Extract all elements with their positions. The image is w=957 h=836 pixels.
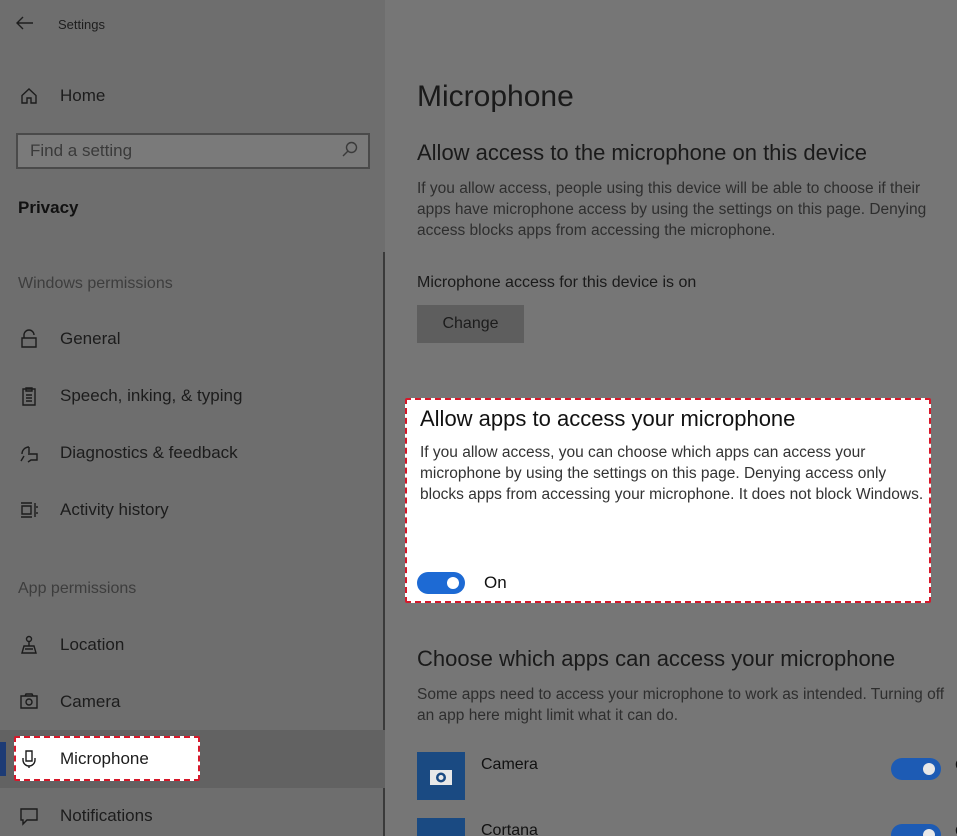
- back-arrow-icon[interactable]: [16, 16, 34, 33]
- allow-apps-toggle-state: On: [484, 573, 507, 592]
- title-bar: Settings: [16, 16, 105, 33]
- sidebar-item-label: General: [60, 329, 121, 348]
- search-icon[interactable]: [342, 141, 358, 162]
- sidebar-item-label: Speech, inking, & typing: [60, 386, 243, 405]
- device-access-description: If you allow access, people using this d…: [417, 180, 927, 239]
- sidebar-item-diagnostics[interactable]: Diagnostics & feedback: [18, 442, 238, 464]
- camera-app-toggle[interactable]: [891, 758, 941, 780]
- allow-apps-toggle[interactable]: [417, 572, 465, 594]
- sidebar-item-label: Diagnostics & feedback: [60, 443, 238, 462]
- lock-icon: [18, 328, 40, 350]
- allow-apps-card: Allow apps to access your microphone If …: [405, 398, 931, 603]
- page-title: Microphone: [417, 80, 574, 113]
- feedback-icon: [18, 442, 40, 464]
- sidebar-item-label: Microphone: [60, 749, 149, 768]
- section-title: Privacy: [18, 198, 79, 217]
- cortana-app-icon: [417, 818, 465, 836]
- sidebar: Settings Home Find a setting Privacy Win…: [0, 0, 385, 836]
- sidebar-item-general[interactable]: General: [18, 328, 120, 350]
- app-name: Camera: [481, 756, 538, 773]
- camera-icon: [18, 691, 40, 713]
- sidebar-item-label: Home: [60, 86, 106, 105]
- change-button[interactable]: Change: [417, 305, 524, 343]
- search-input[interactable]: Find a setting: [16, 133, 370, 169]
- sidebar-item-location[interactable]: Location: [18, 634, 124, 656]
- app-permissions-label: App permissions: [18, 580, 137, 597]
- search-placeholder: Find a setting: [30, 141, 133, 160]
- app-row-cortana: Cortana On: [417, 818, 957, 836]
- clipboard-icon: [18, 385, 40, 407]
- selected-indicator: [0, 742, 6, 776]
- camera-app-icon: [417, 752, 465, 800]
- sidebar-item-label: Camera: [60, 692, 121, 711]
- sidebar-item-label: Notifications: [60, 806, 153, 825]
- sidebar-item-home[interactable]: Home: [18, 85, 105, 107]
- timeline-icon: [18, 499, 40, 521]
- app-row-camera: Camera On: [417, 752, 957, 800]
- sidebar-item-label: Location: [60, 635, 125, 654]
- choose-apps-description: Some apps need to access your microphone…: [417, 686, 945, 724]
- sidebar-item-notifications[interactable]: Notifications: [18, 805, 153, 827]
- toggle-knob: [923, 829, 935, 836]
- app-name: Cortana: [481, 822, 538, 836]
- location-icon: [18, 634, 40, 656]
- home-icon: [18, 85, 40, 107]
- sidebar-item-activity[interactable]: Activity history: [18, 499, 169, 521]
- toggle-knob: [447, 577, 459, 589]
- windows-permissions-label: Windows permissions: [18, 275, 173, 292]
- cortana-app-toggle[interactable]: [891, 824, 941, 836]
- device-access-status: Microphone access for this device is on: [417, 274, 697, 291]
- allow-apps-heading: Allow apps to access your microphone: [420, 406, 796, 431]
- sidebar-item-camera[interactable]: Camera: [18, 691, 120, 713]
- microphone-icon: [18, 748, 40, 770]
- sidebar-item-speech[interactable]: Speech, inking, & typing: [18, 385, 242, 407]
- notifications-icon: [18, 805, 40, 827]
- sidebar-item-label: Activity history: [60, 500, 169, 519]
- choose-apps-heading: Choose which apps can access your microp…: [417, 646, 896, 671]
- window-title: Settings: [58, 17, 105, 32]
- sidebar-item-microphone[interactable]: Microphone: [18, 748, 149, 770]
- allow-apps-description: If you allow access, you can choose whic…: [420, 444, 924, 503]
- device-access-heading: Allow access to the microphone on this d…: [417, 140, 868, 165]
- toggle-knob: [923, 763, 935, 775]
